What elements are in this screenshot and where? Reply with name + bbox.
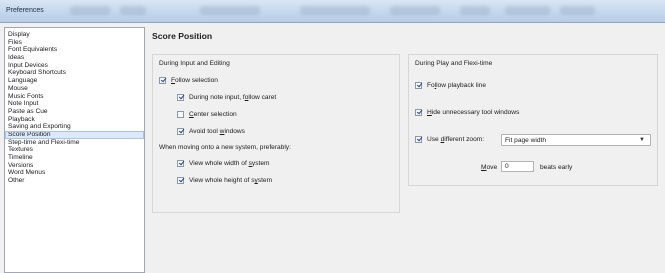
label-text: ifferent zoom: [444, 136, 485, 143]
sidebar-item-input-devices[interactable]: Input Devices [5, 62, 144, 70]
sidebar-item-word-menus[interactable]: Word Menus [5, 169, 144, 177]
label-text: Fo [427, 82, 435, 89]
label-text: ollow selection [175, 77, 218, 84]
label-text: stem [257, 177, 273, 184]
sidebar-item-textures[interactable]: Textures [5, 146, 144, 154]
label-text: ystem [251, 160, 270, 167]
sidebar-item-step-time-and-flexi-time[interactable]: Step-time and Flexi-time [5, 139, 144, 147]
checkbox-box[interactable] [415, 109, 422, 116]
blurred-background [300, 6, 370, 15]
preferences-category-list[interactable]: Display Files Font Equivalents Ideas Inp… [4, 27, 145, 273]
follow-playback-line-checkbox[interactable]: Follow playback line [415, 81, 486, 90]
play-flexi-time-group: During Play and Flexi-time Follow playba… [408, 54, 658, 186]
sidebar-item-score-position[interactable]: Score Position [5, 130, 144, 139]
sidebar-item-ideas[interactable]: Ideas [5, 54, 144, 62]
checkbox-label: Use different zoom: [427, 136, 484, 143]
follow-selection-checkbox[interactable]: Follow selection [159, 76, 218, 85]
checkbox-label: View whole height of system [189, 177, 272, 184]
label-text: Use [427, 136, 441, 143]
checkbox-label: Center selection [189, 111, 237, 118]
input-editing-group: During Input and Editing Follow selectio… [152, 54, 400, 213]
label-text: enter selection [193, 111, 237, 118]
blurred-background [70, 6, 110, 15]
window-titlebar: Preferences [0, 0, 665, 23]
view-height-checkbox[interactable]: View whole height of system [177, 176, 272, 185]
follow-caret-checkbox[interactable]: During note input, follow caret [177, 93, 276, 102]
checkbox-box[interactable] [177, 94, 184, 101]
sidebar-item-other[interactable]: Other [5, 177, 144, 185]
label-text: indows [224, 128, 245, 135]
move-beats-input[interactable]: 0 [501, 161, 534, 172]
checkbox-label: Follow selection [171, 77, 218, 84]
moving-system-label: When moving onto a new system, preferabl… [159, 144, 291, 151]
checkbox-box[interactable] [159, 77, 166, 84]
sidebar-item-saving-and-exporting[interactable]: Saving and Exporting [5, 123, 144, 131]
label-text: During note input, f [189, 94, 245, 101]
sidebar-item-mouse[interactable]: Mouse [5, 85, 144, 93]
sidebar-item-keyboard-shortcuts[interactable]: Keyboard Shortcuts [5, 69, 144, 77]
zoom-dropdown-value: Fit page width [505, 137, 547, 144]
sidebar-item-font-equivalents[interactable]: Font Equivalents [5, 46, 144, 54]
checkbox-box[interactable] [415, 82, 422, 89]
different-zoom-checkbox[interactable]: Use different zoom: [415, 135, 484, 144]
sidebar-item-timeline[interactable]: Timeline [5, 154, 144, 162]
checkbox-label: Avoid tool windows [189, 128, 245, 135]
move-label: Move [481, 164, 497, 171]
checkbox-label: Hide unnecessary tool windows [427, 109, 519, 116]
blurred-background [460, 6, 490, 15]
view-width-checkbox[interactable]: View whole width of system [177, 159, 270, 168]
zoom-dropdown[interactable]: Fit page width ▼ [501, 134, 651, 146]
checkbox-label: View whole width of system [189, 160, 270, 167]
preferences-panel: Score Position During Input and Editing … [152, 27, 662, 273]
group-label: During Play and Flexi-time [415, 60, 493, 67]
label-text: low playback line [436, 82, 487, 89]
sidebar-item-note-input[interactable]: Note Input [5, 100, 144, 108]
blurred-background [390, 6, 440, 15]
center-selection-checkbox[interactable]: Center selection [177, 110, 237, 119]
checkbox-box[interactable] [177, 177, 184, 184]
checkbox-label: During note input, follow caret [189, 94, 276, 101]
checkbox-box[interactable] [415, 136, 422, 143]
checkbox-label: Follow playback line [427, 82, 486, 89]
blurred-background [120, 6, 146, 15]
sidebar-item-music-fonts[interactable]: Music Fonts [5, 93, 144, 101]
move-beats-value: 0 [505, 163, 509, 170]
label-text: ide unnecessary tool windows [431, 109, 520, 116]
sidebar-item-versions[interactable]: Versions [5, 162, 144, 170]
blurred-background [200, 6, 260, 15]
beats-early-label: beats early [540, 164, 573, 171]
sidebar-item-display[interactable]: Display [5, 31, 144, 39]
label-text: View whole width of [189, 160, 249, 167]
blurred-background [505, 6, 550, 15]
avoid-tool-windows-checkbox[interactable]: Avoid tool windows [177, 127, 245, 136]
label-text: ove [486, 164, 498, 171]
blurred-background [560, 6, 595, 15]
sidebar-item-playback[interactable]: Playback [5, 116, 144, 124]
checkbox-box[interactable] [177, 128, 184, 135]
page-title: Score Position [152, 31, 213, 41]
label-text: View whole height of s [189, 177, 255, 184]
checkbox-box[interactable] [177, 111, 184, 118]
sidebar-item-files[interactable]: Files [5, 39, 144, 47]
label-text: llow caret [248, 94, 277, 101]
sidebar-item-language[interactable]: Language [5, 77, 144, 85]
chevron-down-icon[interactable]: ▼ [639, 135, 645, 146]
hide-tool-windows-checkbox[interactable]: Hide unnecessary tool windows [415, 108, 519, 117]
window-title: Preferences [6, 7, 44, 14]
sidebar-item-paste-as-cue[interactable]: Paste as Cue [5, 108, 144, 116]
checkbox-box[interactable] [177, 160, 184, 167]
group-label: During Input and Editing [159, 60, 230, 67]
label-text: Avoid tool [189, 128, 220, 135]
